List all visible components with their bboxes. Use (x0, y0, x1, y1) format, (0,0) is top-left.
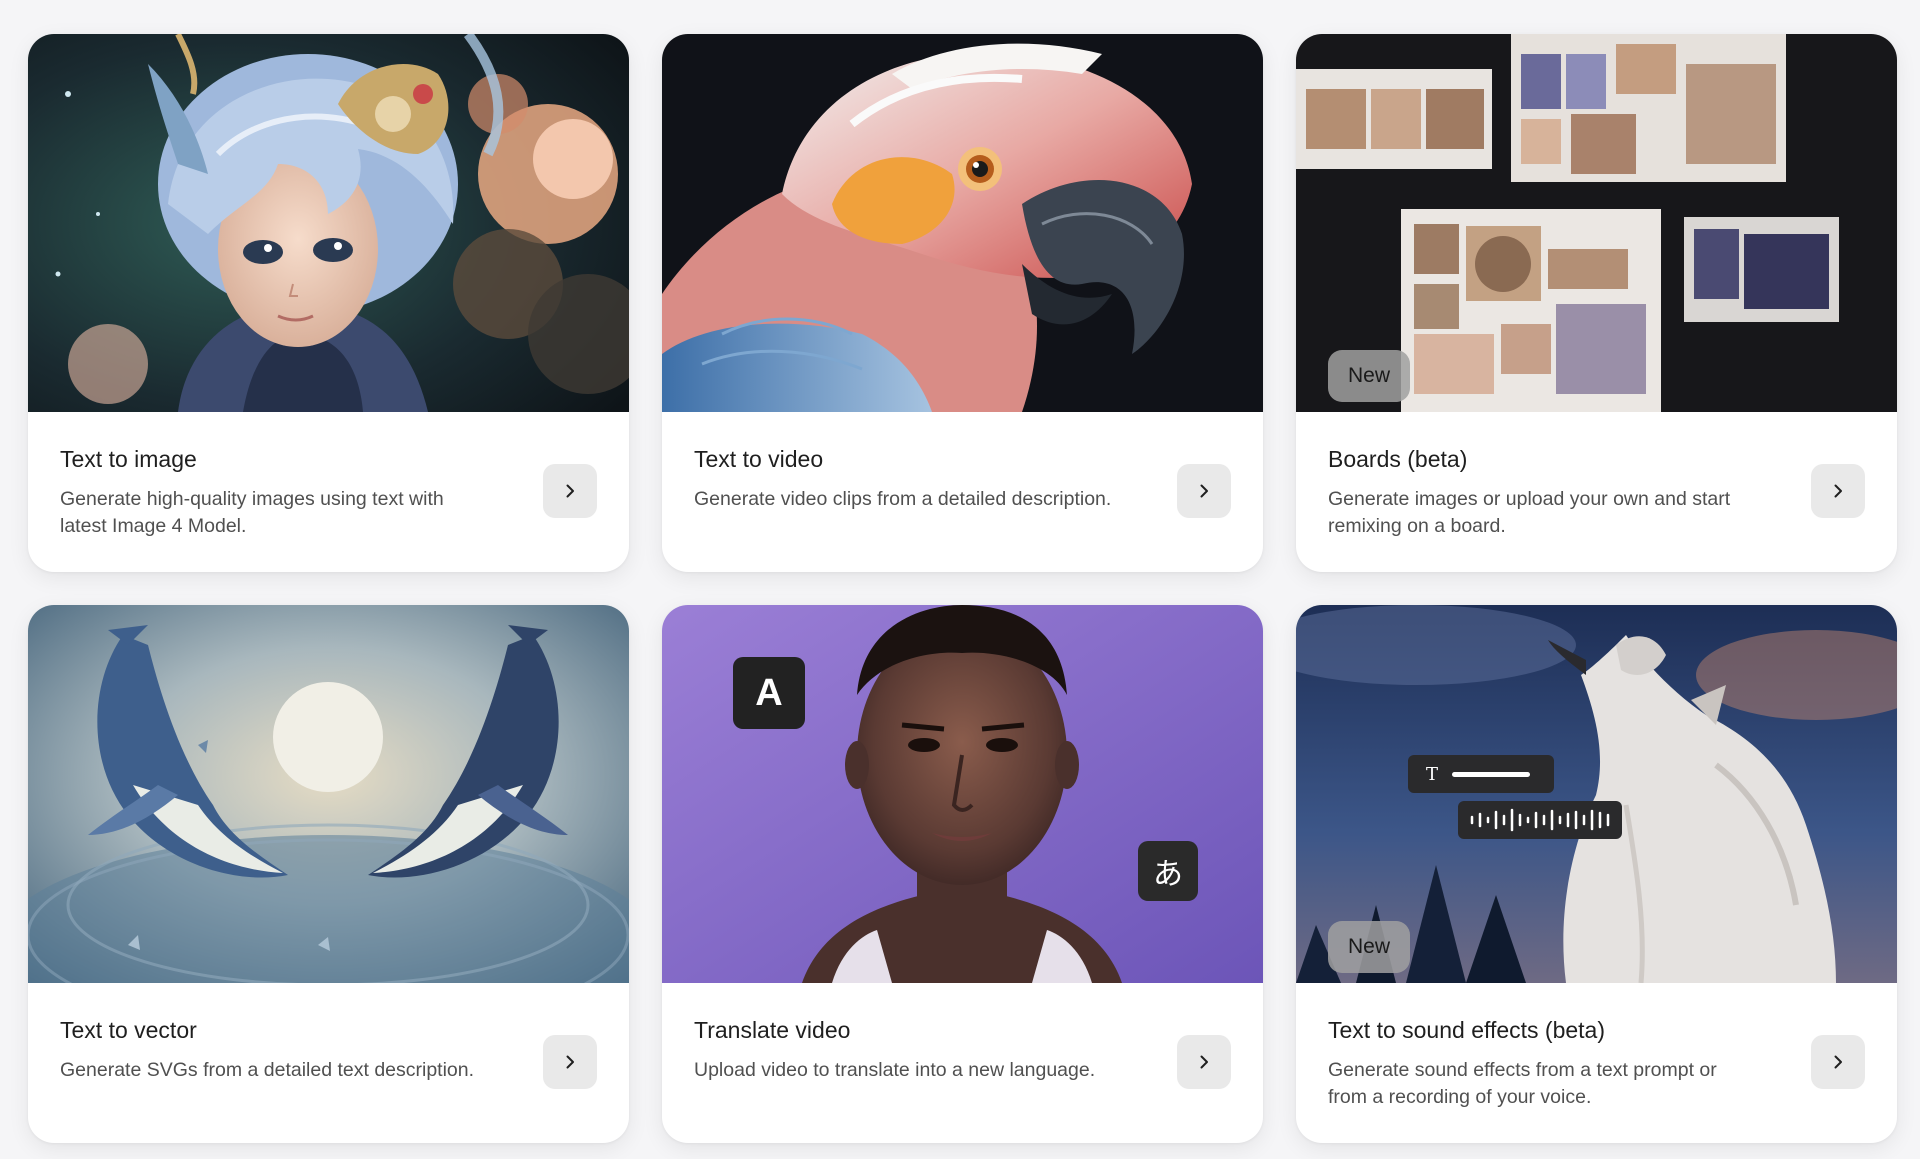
card-image-whales (28, 605, 629, 983)
card-body: Text to image Generate high-quality imag… (28, 412, 629, 572)
card-text-to-sound-effects[interactable]: T New Text to sound effects (beta) Gener… (1296, 605, 1897, 1143)
card-body: Text to vector Generate SVGs from a deta… (28, 983, 629, 1143)
card-text-to-vector[interactable]: Text to vector Generate SVGs from a deta… (28, 605, 629, 1143)
chevron-right-icon (566, 1055, 574, 1069)
card-body: Text to video Generate video clips from … (662, 412, 1263, 572)
chevron-right-icon (1834, 484, 1842, 498)
card-image-man-portrait: A あ (662, 605, 1263, 983)
card-text-to-video[interactable]: Text to video Generate video clips from … (662, 34, 1263, 572)
parrot-illustration (662, 34, 1263, 412)
card-description: Generate SVGs from a detailed text descr… (60, 1059, 475, 1081)
card-body: Translate video Upload video to translat… (662, 983, 1263, 1143)
feature-card-grid: Text to image Generate high-quality imag… (28, 34, 1897, 1143)
card-translate-video[interactable]: A あ Translate video Upload video to tran… (662, 605, 1263, 1143)
card-image-anime-child (28, 34, 629, 412)
open-boards-button[interactable] (1811, 464, 1865, 518)
text-line (1452, 771, 1531, 777)
card-image-parrot (662, 34, 1263, 412)
open-text-to-video-button[interactable] (1177, 464, 1231, 518)
card-description: Generate high-quality images using text … (60, 488, 444, 537)
card-description: Generate video clips from a detailed des… (694, 488, 1112, 510)
card-boards[interactable]: New Boards (beta) Generate images or upl… (1296, 34, 1897, 572)
open-translate-video-button[interactable] (1177, 1035, 1231, 1089)
new-badge: New (1328, 350, 1411, 402)
new-badge: New (1328, 921, 1411, 973)
anime-child-illustration (28, 34, 629, 412)
card-image-moodboard: New (1296, 34, 1897, 412)
card-title: Text to vector (60, 1017, 197, 1043)
card-title: Text to image (60, 446, 197, 472)
card-body: Boards (beta) Generate images or upload … (1296, 412, 1897, 572)
card-description: Generate images or upload your own and s… (1328, 488, 1731, 537)
card-title: Boards (beta) (1328, 446, 1468, 472)
waveform-bar (1458, 801, 1622, 839)
card-body: Text to sound effects (beta) Generate so… (1296, 983, 1897, 1143)
source-language-chip: A (733, 657, 805, 729)
chevron-right-icon (1834, 1055, 1842, 1069)
text-glyph: T (1426, 763, 1439, 785)
card-description: Generate sound effects from a text promp… (1328, 1059, 1717, 1108)
waveform-icon (1470, 808, 1610, 832)
card-description: Upload video to translate into a new lan… (694, 1059, 1096, 1081)
target-language-chip: あ (1138, 841, 1198, 901)
text-prompt-bar: T (1408, 755, 1554, 793)
card-image-wolf: T New (1296, 605, 1897, 983)
open-text-to-image-button[interactable] (543, 464, 597, 518)
card-title: Translate video (694, 1017, 851, 1043)
open-text-to-sound-effects-button[interactable] (1811, 1035, 1865, 1089)
card-text-to-image[interactable]: Text to image Generate high-quality imag… (28, 34, 629, 572)
chevron-right-icon (1200, 484, 1208, 498)
chevron-right-icon (566, 484, 574, 498)
card-title: Text to sound effects (beta) (1328, 1017, 1606, 1043)
chevron-right-icon (1200, 1055, 1208, 1069)
card-title: Text to video (694, 446, 824, 472)
open-text-to-vector-button[interactable] (543, 1035, 597, 1089)
whales-illustration (28, 605, 629, 983)
